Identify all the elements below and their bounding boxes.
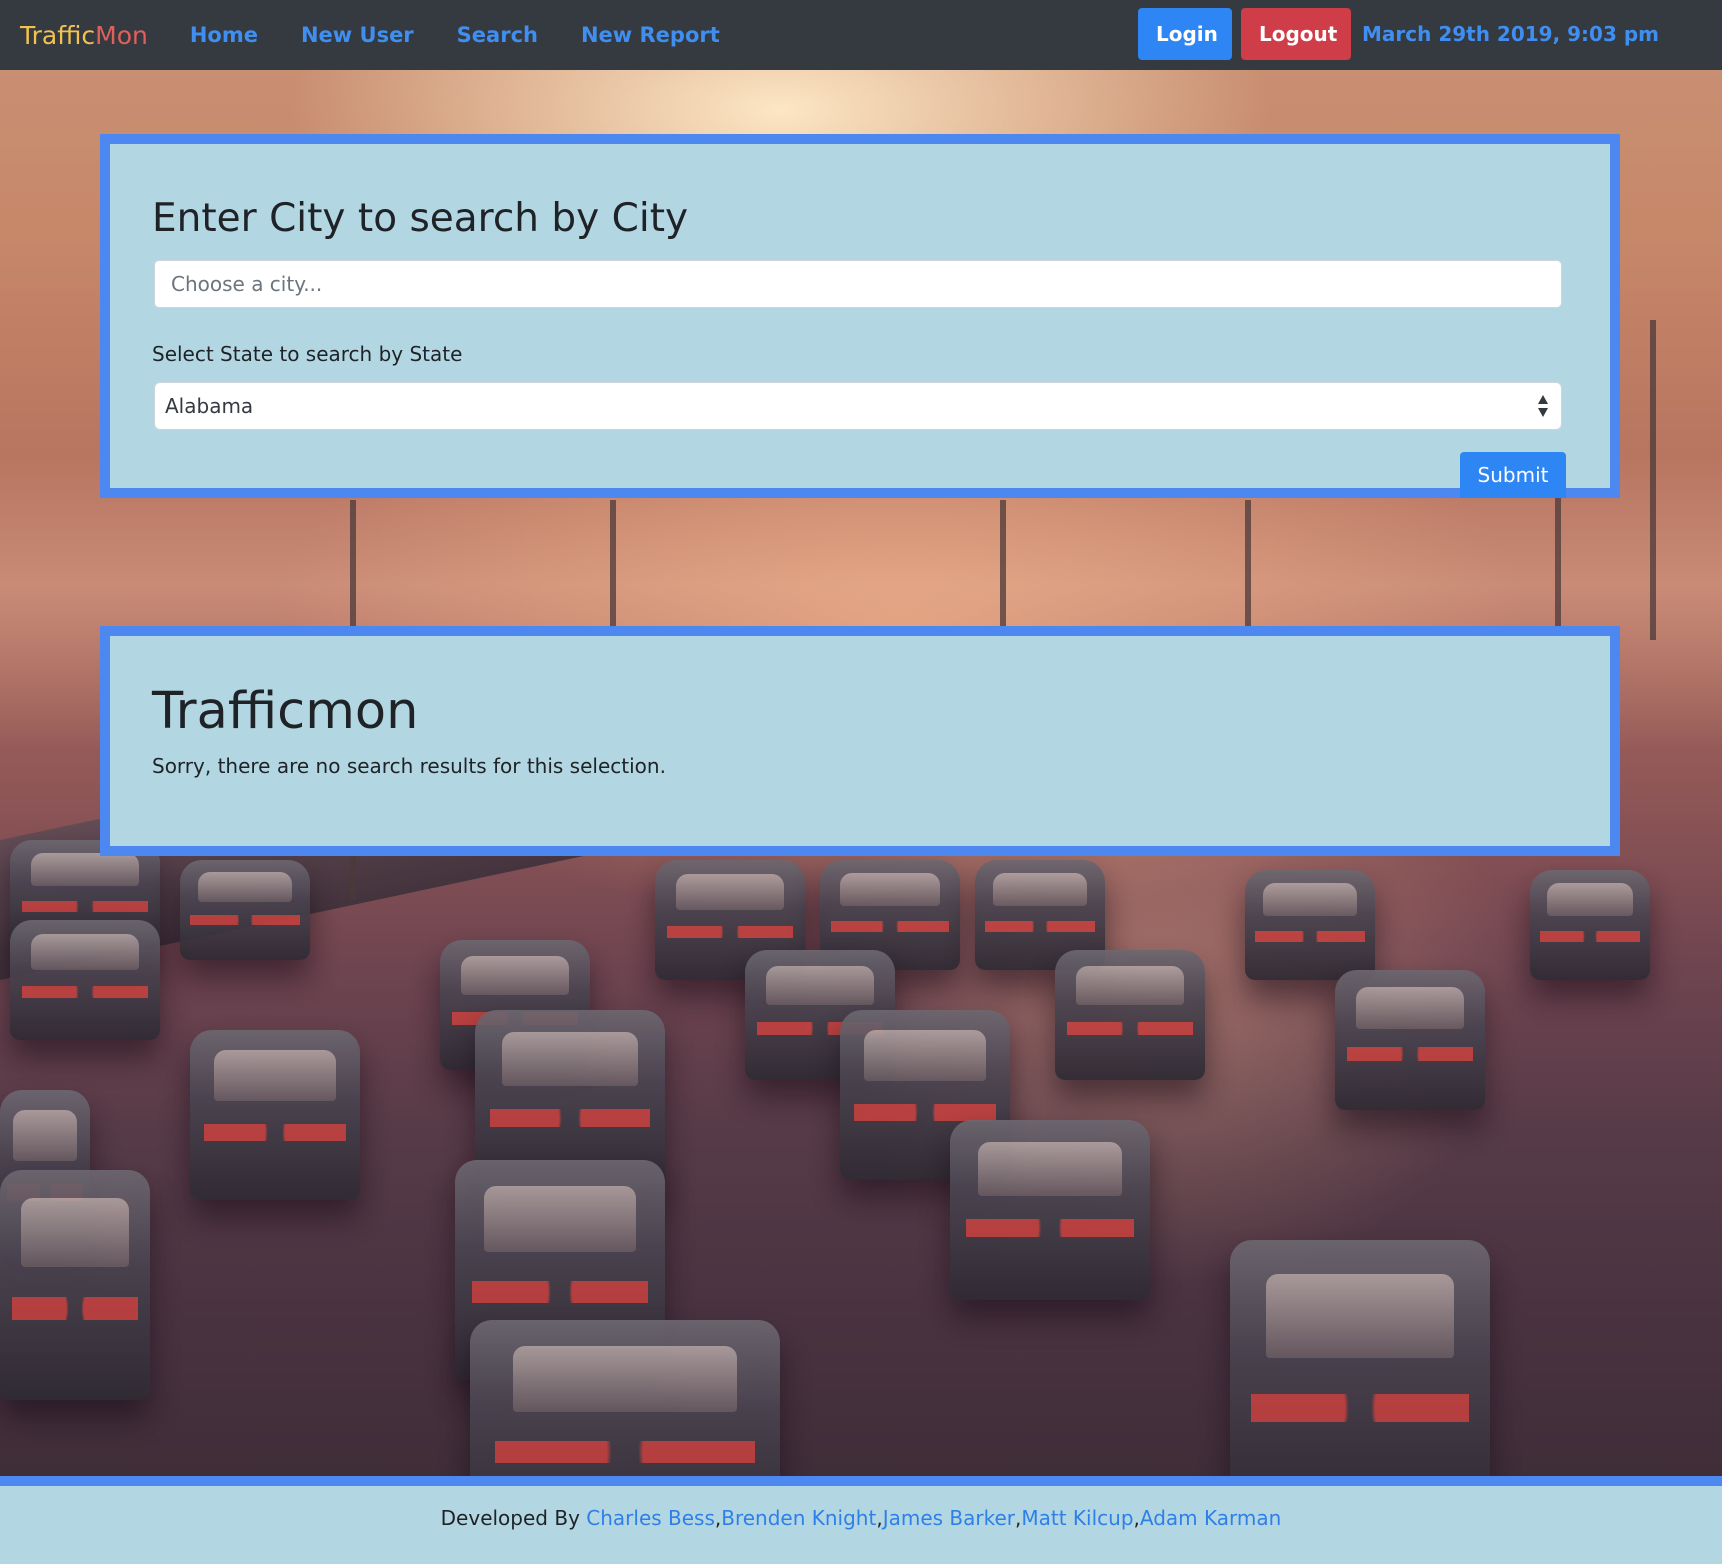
login-button[interactable]: Login bbox=[1138, 8, 1232, 60]
footer-developer-link[interactable]: Brenden Knight bbox=[721, 1506, 876, 1530]
footer-developer-link[interactable]: Matt Kilcup bbox=[1021, 1506, 1133, 1530]
background-lamp-post bbox=[1650, 320, 1656, 640]
select-arrows-icon bbox=[1538, 395, 1548, 417]
footer-developer-link[interactable]: Charles Bess bbox=[586, 1506, 715, 1530]
nav-link-search[interactable]: Search bbox=[457, 23, 538, 47]
background-car bbox=[950, 1120, 1150, 1300]
footer-prefix: Developed By bbox=[440, 1506, 587, 1530]
background-car bbox=[0, 1170, 150, 1400]
current-datetime: March 29th 2019, 9:03 pm bbox=[1362, 22, 1660, 46]
submit-button[interactable]: Submit bbox=[1460, 452, 1566, 498]
background-lamp-post bbox=[1245, 500, 1251, 640]
search-card-title: Enter City to search by City bbox=[152, 196, 689, 241]
footer-developer-link[interactable]: James Barker bbox=[883, 1506, 1015, 1530]
background-car bbox=[1245, 870, 1375, 980]
background-car bbox=[470, 1320, 780, 1476]
footer-developer-link[interactable]: Adam Karman bbox=[1140, 1506, 1281, 1530]
state-select[interactable]: Alabama bbox=[154, 382, 1562, 430]
background-lamp-post bbox=[1000, 500, 1006, 640]
background-car bbox=[1230, 1240, 1490, 1476]
city-search-input[interactable] bbox=[154, 260, 1562, 308]
page-footer: Developed By Charles Bess,Brenden Knight… bbox=[0, 1476, 1722, 1564]
top-navbar: Traffic Mon Home New User Search New Repo… bbox=[0, 0, 1722, 70]
background-car bbox=[180, 860, 310, 960]
brand-logo[interactable]: Traffic Mon bbox=[20, 21, 148, 50]
nav-right-group: Login Logout March 29th 2019, 9:03 pm bbox=[1138, 8, 1659, 60]
logout-button[interactable]: Logout bbox=[1241, 8, 1351, 60]
state-select-label: Select State to search by State bbox=[152, 342, 463, 366]
background-car bbox=[1335, 970, 1485, 1110]
results-card-title: Trafficmon bbox=[152, 682, 419, 741]
search-card: Enter City to search by City Select Stat… bbox=[100, 134, 1620, 498]
background-car bbox=[190, 1030, 360, 1200]
background-car bbox=[10, 920, 160, 1040]
nav-link-home[interactable]: Home bbox=[190, 23, 258, 47]
nav-link-new-report[interactable]: New Report bbox=[581, 23, 720, 47]
no-results-message: Sorry, there are no search results for t… bbox=[152, 754, 666, 778]
brand-logo-mon: Mon bbox=[95, 20, 148, 50]
brand-logo-traffic: Traffic bbox=[20, 20, 96, 50]
background-car bbox=[1055, 950, 1205, 1080]
results-card: Trafficmon Sorry, there are no search re… bbox=[100, 626, 1620, 856]
background-car bbox=[1530, 870, 1650, 980]
state-select-value: Alabama bbox=[165, 394, 254, 418]
nav-link-new-user[interactable]: New User bbox=[301, 23, 414, 47]
